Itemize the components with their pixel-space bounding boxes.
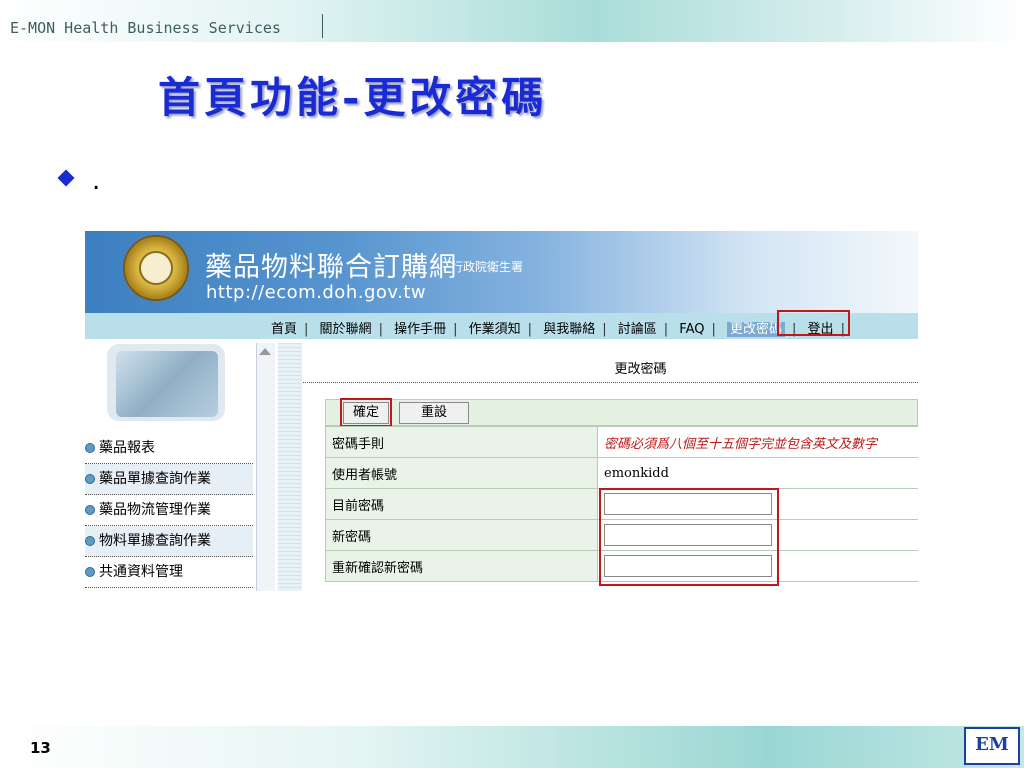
brand-text: E-MON Health Business Services xyxy=(10,19,281,37)
bullet-icon xyxy=(85,474,95,484)
sidebar-item-material-document-query[interactable]: 物料單據查詢作業 xyxy=(85,526,253,557)
medical-photo xyxy=(116,351,218,417)
sidebar-item-common-data[interactable]: 共通資料管理 xyxy=(85,557,253,588)
form-title: 更改密碼 xyxy=(614,362,667,377)
em-logo: EM xyxy=(964,727,1020,765)
table-row: 使用者帳號 emonkidd xyxy=(325,457,918,489)
bullet-icon xyxy=(85,443,95,453)
bullet-icon xyxy=(85,567,95,577)
row-label: 使用者帳號 xyxy=(325,457,598,489)
sidebar-menu: 藥品報表 藥品單據查詢作業 藥品物流管理作業 物料單據查詢作業 共通資料管理 xyxy=(85,433,253,588)
nav-contact[interactable]: 與我聯絡 xyxy=(543,322,595,337)
bullet-icon xyxy=(85,505,95,515)
scroll-up-arrow-icon[interactable] xyxy=(259,348,271,355)
reset-button[interactable]: 重設 xyxy=(399,402,469,424)
nav-notice[interactable]: 作業須知 xyxy=(469,322,521,337)
brand-divider xyxy=(322,14,323,38)
logo-text: EM xyxy=(975,734,1009,755)
site-name: 藥品物料聯合訂購網 xyxy=(205,252,457,283)
nav-manual[interactable]: 操作手冊 xyxy=(394,322,446,337)
password-rule-text: 密碼必須爲八個至十五個字完並包含英文及數字 xyxy=(604,436,878,452)
site-org: 行政院衛生署 xyxy=(451,260,524,274)
sidebar-item-drug-report[interactable]: 藥品報表 xyxy=(85,433,253,464)
sidebar-item-drug-logistics[interactable]: 藥品物流管理作業 xyxy=(85,495,253,526)
slide-footer-bar xyxy=(0,726,1024,768)
nav-highlight-box xyxy=(777,310,850,336)
nav-home[interactable]: 首頁 xyxy=(271,322,297,337)
table-row: 密碼手則 密碼必須爲八個至十五個字完並包含英文及數字 xyxy=(325,426,918,458)
slide-title: 首頁功能-更改密碼 xyxy=(158,73,548,122)
scrollbar[interactable] xyxy=(256,343,275,591)
row-label: 目前密碼 xyxy=(325,488,598,520)
row-label: 重新確認新密碼 xyxy=(325,550,598,582)
sidebar-item-drug-document-query[interactable]: 藥品單據查詢作業 xyxy=(85,464,253,495)
bullet-icon xyxy=(85,536,95,546)
row-label: 新密碼 xyxy=(325,519,598,551)
password-fields-highlight-box xyxy=(599,488,779,586)
title-divider xyxy=(303,382,918,383)
confirm-highlight-box xyxy=(340,398,392,427)
government-seal-icon xyxy=(123,235,189,301)
nav-faq[interactable]: FAQ xyxy=(679,322,704,337)
nav-forum[interactable]: 討論區 xyxy=(618,322,657,337)
row-label: 密碼手則 xyxy=(325,426,598,458)
diamond-bullet-icon xyxy=(57,169,75,187)
embedded-screenshot: 藥品物料聯合訂購網 行政院衛生署 http://ecom.doh.gov.tw … xyxy=(85,231,918,591)
user-account-value: emonkidd xyxy=(597,457,918,489)
site-url: http://ecom.doh.gov.tw xyxy=(206,282,427,303)
nav-about[interactable]: 關於聯網 xyxy=(320,322,372,337)
bullet-text: . xyxy=(92,166,101,196)
page-number: 13 xyxy=(30,739,51,757)
decorative-rail xyxy=(278,343,302,591)
nav-menu: 首頁 | 關於聯網 | 操作手冊 | 作業須知 | 與我聯絡 | 討論區 | FAQ | 更改… xyxy=(271,322,845,337)
